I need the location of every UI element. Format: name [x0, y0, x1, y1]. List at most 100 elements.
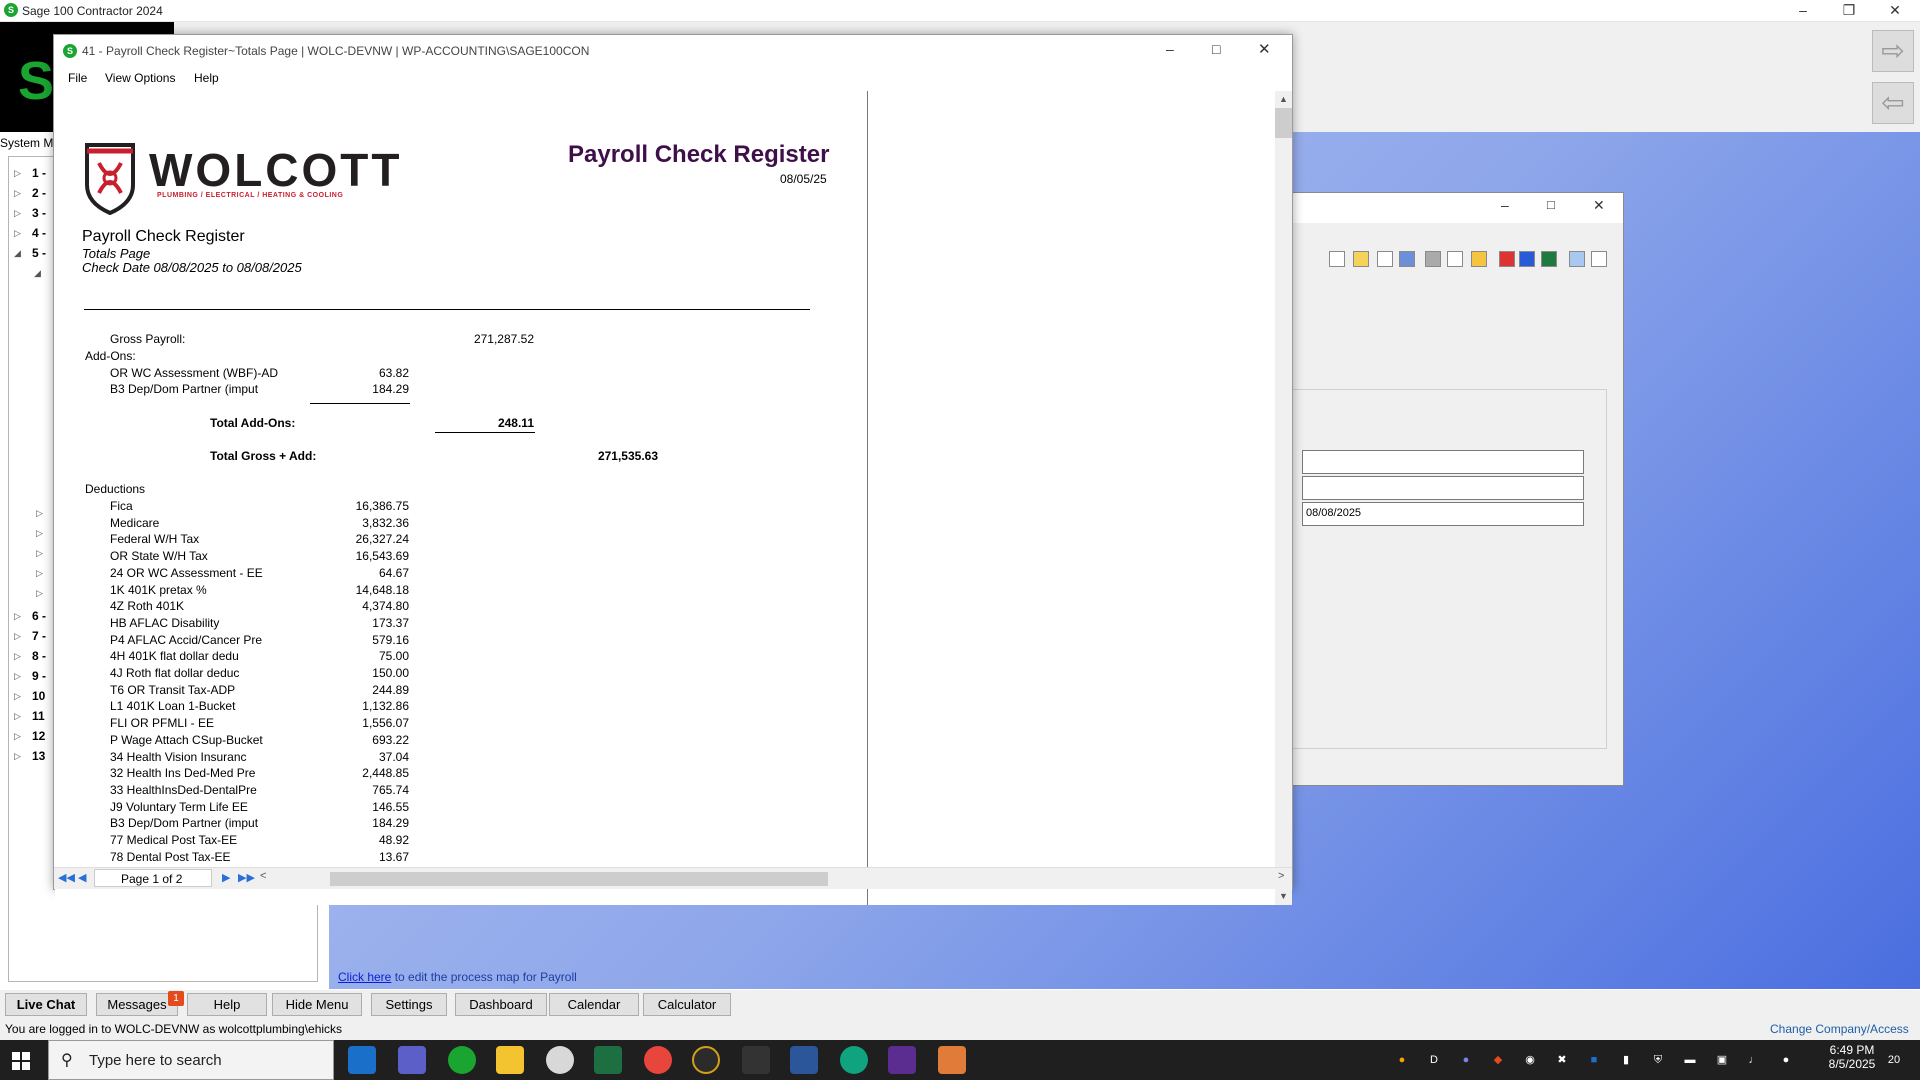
word-icon[interactable]: [790, 1046, 818, 1074]
tree-expand-icon[interactable]: ▷: [36, 588, 43, 599]
preview-icon[interactable]: [1569, 251, 1585, 267]
notification-icon[interactable]: 20: [1880, 1046, 1908, 1074]
open-folder-icon[interactable]: [1353, 251, 1369, 267]
tree-expand-icon[interactable]: ▷: [14, 611, 21, 622]
change-company-link[interactable]: Change Company/Access: [1770, 1022, 1909, 1036]
restore-icon[interactable]: ❐: [1826, 0, 1872, 22]
tray-icon[interactable]: D: [1426, 1052, 1442, 1068]
sage-taskbar-icon[interactable]: [448, 1046, 476, 1074]
messages-button[interactable]: Messages: [96, 993, 178, 1016]
live-chat-button[interactable]: Live Chat: [5, 993, 87, 1016]
eraser-icon[interactable]: [1425, 251, 1441, 267]
dashboard-button[interactable]: Dashboard: [455, 993, 547, 1016]
tree-item[interactable]: 1 -: [32, 166, 46, 180]
tree-expand-icon[interactable]: ▷: [14, 751, 21, 762]
microphone-icon[interactable]: ●: [1778, 1052, 1794, 1068]
check-date-input[interactable]: 08/08/2025: [1302, 502, 1584, 526]
tray-icon[interactable]: ▬: [1682, 1052, 1698, 1068]
tree-collapse-icon[interactable]: ◢: [14, 248, 21, 259]
app-icon[interactable]: [692, 1046, 720, 1074]
tree-expand-icon[interactable]: ▷: [36, 528, 43, 539]
tree-collapse-icon[interactable]: ◢: [34, 268, 41, 279]
acrobat-icon[interactable]: [742, 1046, 770, 1074]
excel-export-icon[interactable]: [1541, 251, 1557, 267]
tree-expand-icon[interactable]: ▷: [14, 188, 21, 199]
click-here-link[interactable]: Click here: [338, 970, 391, 984]
network-icon[interactable]: ▣: [1714, 1052, 1730, 1068]
tree-item[interactable]: 5 -: [32, 246, 46, 260]
forward-arrow-icon[interactable]: ⇨: [1872, 30, 1914, 72]
app-icon[interactable]: [546, 1046, 574, 1074]
calculator-button[interactable]: Calculator: [643, 993, 731, 1016]
tree-expand-icon[interactable]: ▷: [14, 208, 21, 219]
tray-icon[interactable]: ✖: [1554, 1052, 1570, 1068]
new-icon[interactable]: [1329, 251, 1345, 267]
teams-tray-icon[interactable]: ●: [1458, 1052, 1474, 1068]
restore-icon[interactable]: □: [1547, 197, 1555, 212]
tree-item[interactable]: 11: [32, 709, 45, 723]
tree-item[interactable]: 2 -: [32, 186, 46, 200]
tree-item[interactable]: 3 -: [32, 206, 46, 220]
tree-expand-icon[interactable]: ▷: [14, 711, 21, 722]
field-input[interactable]: [1302, 450, 1584, 474]
first-page-icon[interactable]: ◀◀: [58, 871, 75, 884]
chrome-icon[interactable]: [644, 1046, 672, 1074]
file-explorer-icon[interactable]: [496, 1046, 524, 1074]
volume-icon[interactable]: ♩: [1746, 1052, 1762, 1068]
tree-expand-icon[interactable]: ▷: [14, 228, 21, 239]
tree-expand-icon[interactable]: ▷: [14, 671, 21, 682]
outlook-tray-icon[interactable]: ■: [1586, 1052, 1602, 1068]
tree-expand-icon[interactable]: ▷: [14, 168, 21, 179]
document-icon[interactable]: [1377, 251, 1393, 267]
tray-icon[interactable]: ◉: [1522, 1052, 1538, 1068]
print-icon[interactable]: [1591, 251, 1607, 267]
scroll-up-icon[interactable]: ▲: [1275, 91, 1292, 108]
previous-page-icon[interactable]: ◀: [78, 871, 86, 884]
tree-item[interactable]: 7 -: [32, 629, 46, 643]
scroll-right-icon[interactable]: >: [1278, 870, 1284, 882]
menu-help[interactable]: Help: [194, 71, 219, 85]
minimize-icon[interactable]: –: [1166, 41, 1174, 57]
tree-expand-icon[interactable]: ▷: [36, 568, 43, 579]
next-page-icon[interactable]: ▶: [222, 871, 230, 884]
page-indicator[interactable]: Page 1 of 2: [94, 869, 212, 887]
grid-icon[interactable]: [1399, 251, 1415, 267]
tree-item[interactable]: 12: [32, 729, 45, 743]
hide-menu-button[interactable]: Hide Menu: [272, 993, 362, 1016]
menu-view-options[interactable]: View Options: [105, 71, 175, 85]
scroll-left-icon[interactable]: <: [260, 870, 266, 882]
minimize-icon[interactable]: –: [1501, 197, 1509, 213]
horizontal-scroll-thumb[interactable]: [330, 872, 828, 886]
chatgpt-icon[interactable]: [840, 1046, 868, 1074]
shield-icon[interactable]: ⛨: [1650, 1052, 1666, 1068]
word-export-icon[interactable]: [1519, 251, 1535, 267]
app-icon[interactable]: [888, 1046, 916, 1074]
close-icon[interactable]: ✕: [1593, 197, 1605, 214]
pdf-icon[interactable]: [1499, 251, 1515, 267]
tree-item[interactable]: 10: [32, 689, 45, 703]
tray-icon[interactable]: ◆: [1490, 1052, 1506, 1068]
battery-icon[interactable]: ▮: [1618, 1052, 1634, 1068]
tree-item[interactable]: 6 -: [32, 609, 46, 623]
menu-file[interactable]: File: [68, 71, 87, 85]
back-arrow-icon[interactable]: ⇦: [1872, 82, 1914, 124]
minimize-icon[interactable]: –: [1780, 0, 1826, 22]
email-icon[interactable]: [1447, 251, 1463, 267]
field-input[interactable]: [1302, 476, 1584, 500]
tree-expand-icon[interactable]: ▷: [36, 548, 43, 559]
outlook-icon[interactable]: [348, 1046, 376, 1074]
tree-expand-icon[interactable]: ▷: [14, 731, 21, 742]
scroll-thumb[interactable]: [1275, 108, 1292, 138]
help-button[interactable]: Help: [187, 993, 267, 1016]
vertical-scrollbar[interactable]: ▲ ▼: [1275, 91, 1292, 905]
tray-icon[interactable]: ●: [1394, 1052, 1410, 1068]
taskbar-clock[interactable]: 6:49 PM 8/5/2025: [1822, 1043, 1882, 1071]
tree-item[interactable]: 4 -: [32, 226, 46, 240]
app-icon[interactable]: [938, 1046, 966, 1074]
tree-item[interactable]: 8 -: [32, 649, 46, 663]
excel-icon[interactable]: [594, 1046, 622, 1074]
tree-expand-icon[interactable]: ▷: [14, 631, 21, 642]
teams-icon[interactable]: [398, 1046, 426, 1074]
tree-expand-icon[interactable]: ▷: [14, 651, 21, 662]
report-icon[interactable]: [1471, 251, 1487, 267]
